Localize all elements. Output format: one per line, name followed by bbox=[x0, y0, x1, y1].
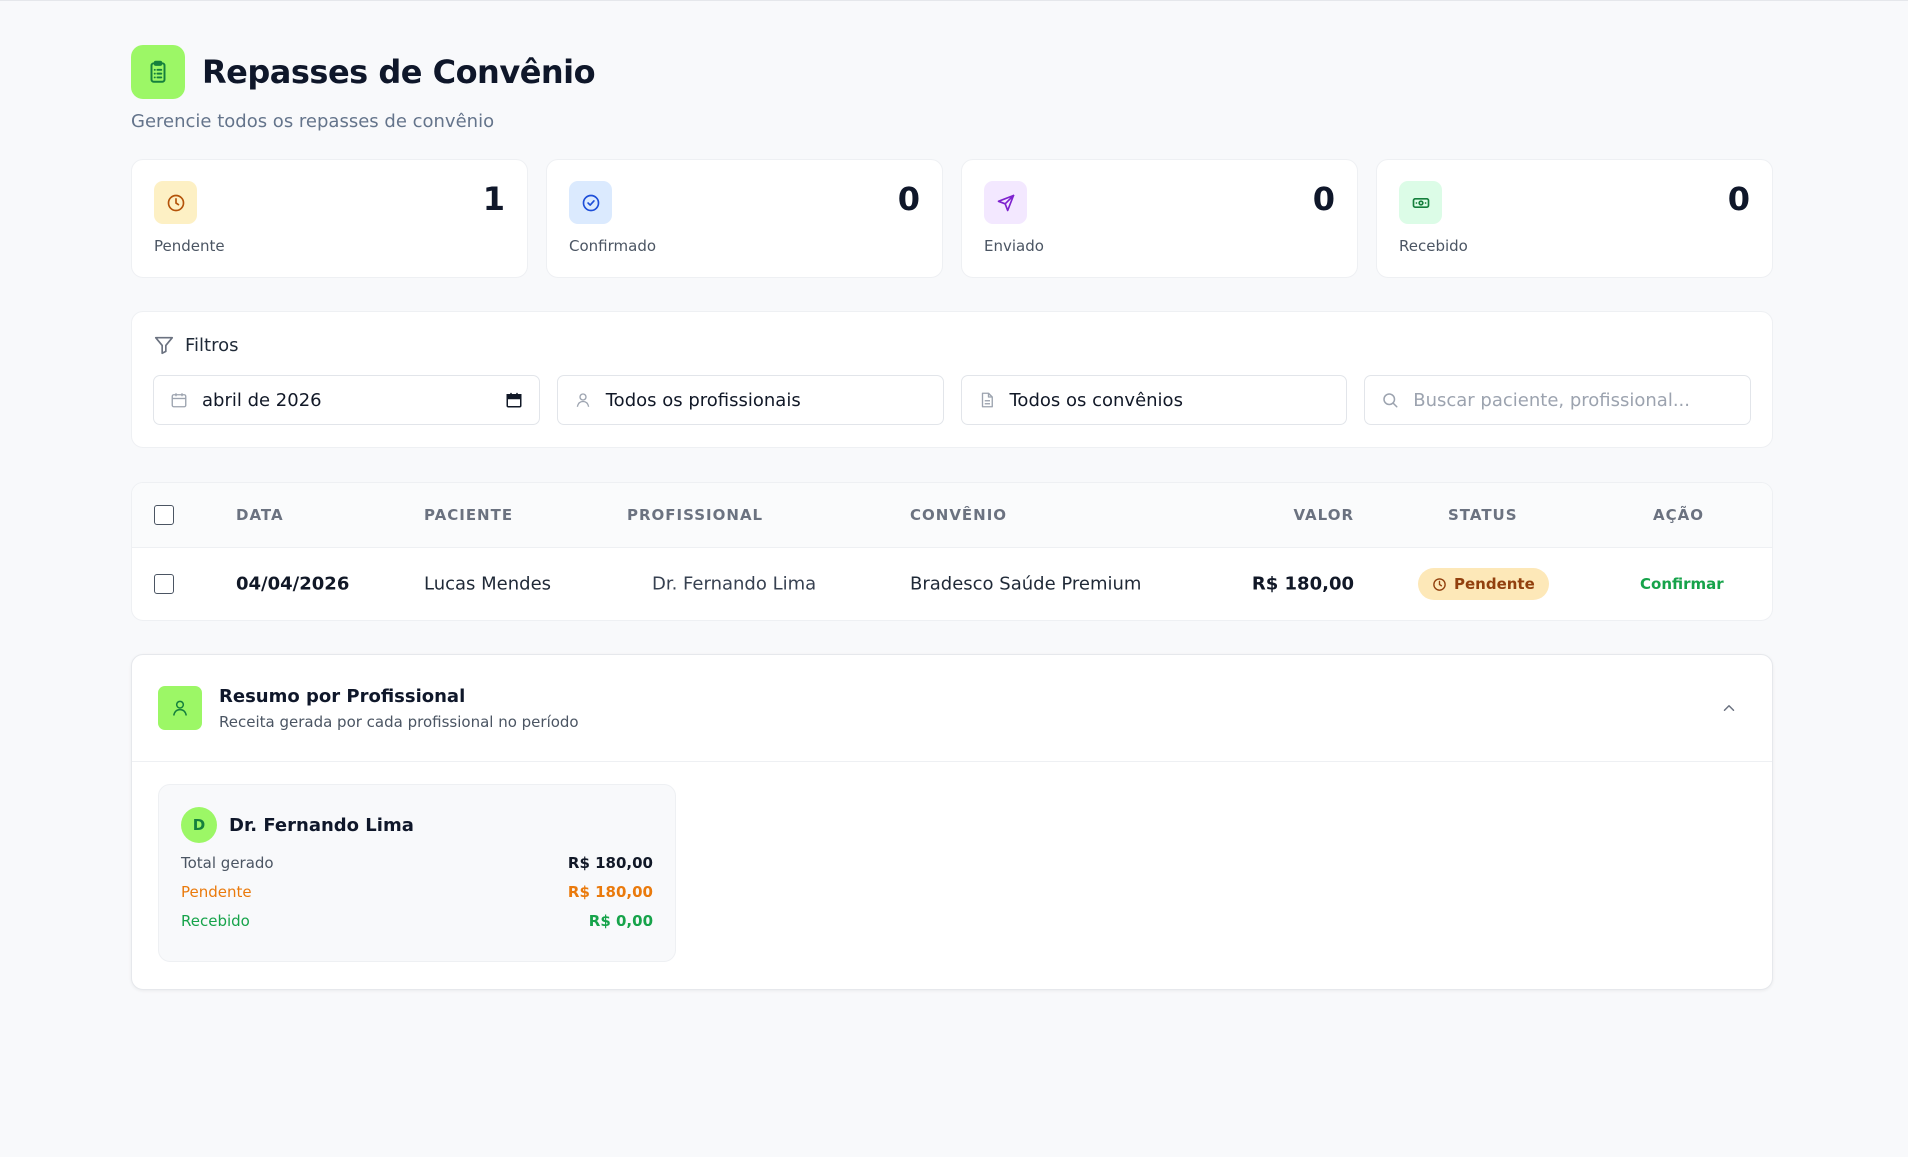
search-placeholder: Buscar paciente, profissional... bbox=[1413, 389, 1690, 411]
stat-label: Enviado bbox=[984, 237, 1044, 255]
page-header: Repasses de Convênio bbox=[131, 45, 1773, 99]
filters-panel: Filtros abril de 2026 Todos os profissio… bbox=[131, 311, 1773, 448]
clipboard-list-icon bbox=[131, 45, 185, 99]
received-label: Recebido bbox=[181, 912, 250, 930]
stat-card-enviado: Enviado 0 bbox=[961, 159, 1358, 278]
status-label: Pendente bbox=[1454, 575, 1535, 593]
table-row: 04/04/2026 Lucas Mendes Dr. Fernando Lim… bbox=[132, 548, 1772, 620]
user-icon bbox=[576, 393, 590, 407]
page: Repasses de Convênio Gerencie todos os r… bbox=[131, 45, 1773, 990]
column-header-value[interactable]: VALOR bbox=[1293, 506, 1354, 524]
column-header-insurance[interactable]: CONVÊNIO bbox=[910, 506, 1007, 524]
page-title: Repasses de Convênio bbox=[202, 53, 596, 91]
status-badge: Pendente bbox=[1418, 568, 1549, 600]
professional-card-header: D Dr. Fernando Lima bbox=[181, 807, 653, 843]
total-line: Total gerado R$ 180,00 bbox=[181, 854, 653, 872]
filters-header: Filtros bbox=[153, 334, 1751, 356]
received-line: Recebido R$ 0,00 bbox=[181, 912, 653, 930]
clock-icon bbox=[1433, 577, 1446, 591]
calendar-picker-icon[interactable] bbox=[505, 391, 523, 409]
chevron-up-icon[interactable] bbox=[1720, 699, 1738, 717]
stat-card-pendente: Pendente 1 bbox=[131, 159, 528, 278]
column-header-professional[interactable]: PROFISSIONAL bbox=[627, 506, 763, 524]
search-input[interactable]: Buscar paciente, profissional... bbox=[1364, 375, 1751, 425]
summary-subtitle: Receita gerada por cada profissional no … bbox=[219, 712, 579, 731]
professional-name: Dr. Fernando Lima bbox=[229, 814, 414, 836]
send-icon bbox=[984, 181, 1027, 224]
stat-label: Pendente bbox=[154, 237, 225, 255]
pending-line: Pendente R$ 180,00 bbox=[181, 883, 653, 901]
filter-row: abril de 2026 Todos os profissionais Tod… bbox=[153, 375, 1751, 425]
confirm-button[interactable]: Confirmar bbox=[1640, 575, 1724, 593]
stat-label: Recebido bbox=[1399, 237, 1468, 255]
avatar: D bbox=[181, 807, 217, 843]
calendar-icon bbox=[171, 393, 187, 408]
total-label: Total gerado bbox=[181, 854, 274, 872]
professional-select[interactable]: Todos os profissionais bbox=[556, 375, 944, 425]
insurance-select[interactable]: Todos os convênios bbox=[960, 375, 1348, 425]
filters-title: Filtros bbox=[185, 334, 239, 356]
clock-icon bbox=[154, 181, 197, 224]
banknote-icon bbox=[1399, 181, 1442, 224]
pending-value: R$ 180,00 bbox=[567, 883, 653, 901]
stat-value: 0 bbox=[897, 180, 920, 218]
column-header-patient[interactable]: PACIENTE bbox=[424, 506, 513, 524]
stat-card-recebido: Recebido 0 bbox=[1376, 159, 1773, 278]
summary-header[interactable]: Resumo por Profissional Receita gerada p… bbox=[132, 655, 1772, 762]
stat-value: 0 bbox=[1312, 180, 1335, 218]
stat-label: Confirmado bbox=[569, 237, 657, 255]
user-icon bbox=[158, 686, 202, 730]
filter-icon bbox=[154, 336, 174, 355]
month-value: abril de 2026 bbox=[202, 389, 322, 411]
column-header-action: AÇÃO bbox=[1653, 506, 1704, 524]
check-circle-icon bbox=[569, 181, 612, 224]
total-value: R$ 180,00 bbox=[567, 854, 653, 872]
column-header-status[interactable]: STATUS bbox=[1448, 506, 1518, 524]
file-icon bbox=[981, 392, 993, 408]
stat-value: 0 bbox=[1727, 180, 1750, 218]
row-professional: Dr. Fernando Lima bbox=[652, 573, 817, 595]
select-all-checkbox[interactable] bbox=[154, 505, 174, 525]
row-patient: Lucas Mendes bbox=[424, 573, 552, 595]
insurance-value: Todos os convênios bbox=[1009, 389, 1183, 411]
received-value: R$ 0,00 bbox=[588, 912, 653, 930]
month-picker[interactable]: abril de 2026 bbox=[153, 375, 540, 425]
professional-value: Todos os profissionais bbox=[605, 389, 801, 411]
row-value: R$ 180,00 bbox=[1251, 573, 1354, 595]
stat-value: 1 bbox=[482, 180, 505, 218]
row-insurance: Bradesco Saúde Premium bbox=[910, 573, 1142, 595]
stat-card-confirmado: Confirmado 0 bbox=[546, 159, 943, 278]
table-header: DATA PACIENTE PROFISSIONAL CONVÊNIO VALO… bbox=[132, 483, 1772, 548]
row-checkbox[interactable] bbox=[154, 574, 174, 594]
pending-label: Pendente bbox=[181, 883, 252, 901]
search-icon bbox=[1383, 393, 1398, 408]
stats-row: Pendente 1 Confirmado 0 Enviado 0 Recebi… bbox=[131, 159, 1773, 278]
column-header-date[interactable]: DATA bbox=[236, 506, 284, 524]
summary-panel: Resumo por Profissional Receita gerada p… bbox=[131, 654, 1773, 990]
row-date: 04/04/2026 bbox=[236, 573, 350, 595]
page-subtitle: Gerencie todos os repasses de convênio bbox=[131, 111, 495, 132]
repasses-table: DATA PACIENTE PROFISSIONAL CONVÊNIO VALO… bbox=[131, 482, 1773, 621]
summary-title: Resumo por Profissional bbox=[219, 685, 466, 707]
summary-heading: Resumo por Profissional Receita gerada p… bbox=[219, 686, 579, 731]
professional-summary-card: D Dr. Fernando Lima Total gerado R$ 180,… bbox=[158, 784, 676, 962]
